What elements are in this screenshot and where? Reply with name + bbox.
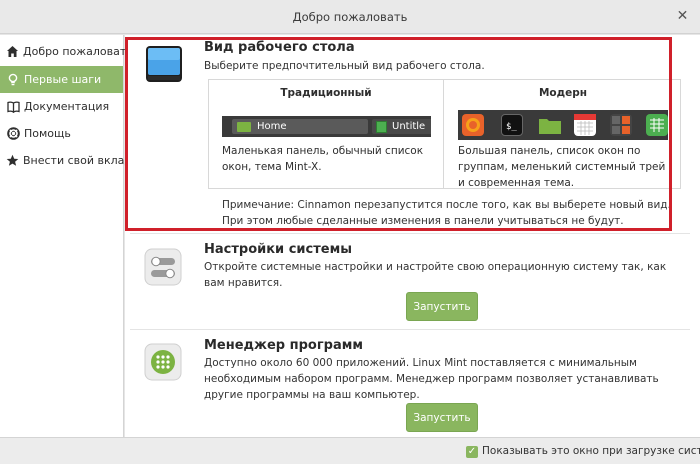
divider [130, 329, 690, 330]
sidebar-item-label: Документация [24, 100, 110, 113]
system-settings-title: Настройки системы [204, 242, 352, 257]
sidebar-item-first-steps[interactable]: Первые шаги [0, 66, 123, 93]
software-manager-title: Менеджер программ [204, 338, 363, 353]
sidebar-item-help[interactable]: Помощь [0, 120, 123, 147]
sidebar-item-label: Добро пожаловать [23, 45, 133, 58]
system-settings-icon [144, 248, 182, 286]
sidebar-item-label: Помощь [24, 127, 71, 140]
system-settings-launch-button[interactable]: Запустить [406, 292, 478, 321]
show-on-startup-checkbox[interactable]: ✓ [466, 446, 478, 458]
show-on-startup-label[interactable]: Показывать это окно при загрузке системы [482, 445, 700, 457]
title-bar: Добро пожаловать ✕ [0, 0, 700, 34]
software-manager-icon [144, 343, 182, 381]
footer: ✓ Показывать это окно при загрузке систе… [0, 437, 700, 464]
window-title: Добро пожаловать [292, 10, 408, 24]
sidebar-item-documentation[interactable]: Документация [0, 93, 123, 120]
divider [130, 233, 690, 234]
star-icon [6, 154, 19, 168]
system-settings-description: Откройте системные настройки и настройте… [204, 261, 667, 289]
lightbulb-icon [6, 73, 20, 87]
sidebar-item-label: Внести свой вклад [23, 154, 133, 167]
highlight-frame [125, 37, 672, 231]
close-icon[interactable]: ✕ [675, 9, 690, 24]
sidebar-item-label: Первые шаги [24, 73, 102, 86]
sidebar-item-welcome[interactable]: Добро пожаловать [0, 38, 133, 65]
software-manager-description: Доступно около 60 000 приложений. Linux … [204, 357, 659, 401]
book-icon [6, 100, 20, 114]
home-icon [6, 45, 19, 59]
lifebuoy-icon [6, 127, 20, 141]
software-manager-launch-button[interactable]: Запустить [406, 403, 478, 432]
sidebar-item-contribute[interactable]: Внести свой вклад [0, 147, 132, 174]
sidebar: Добро пожаловать Первые шаги Документаци… [0, 35, 133, 437]
